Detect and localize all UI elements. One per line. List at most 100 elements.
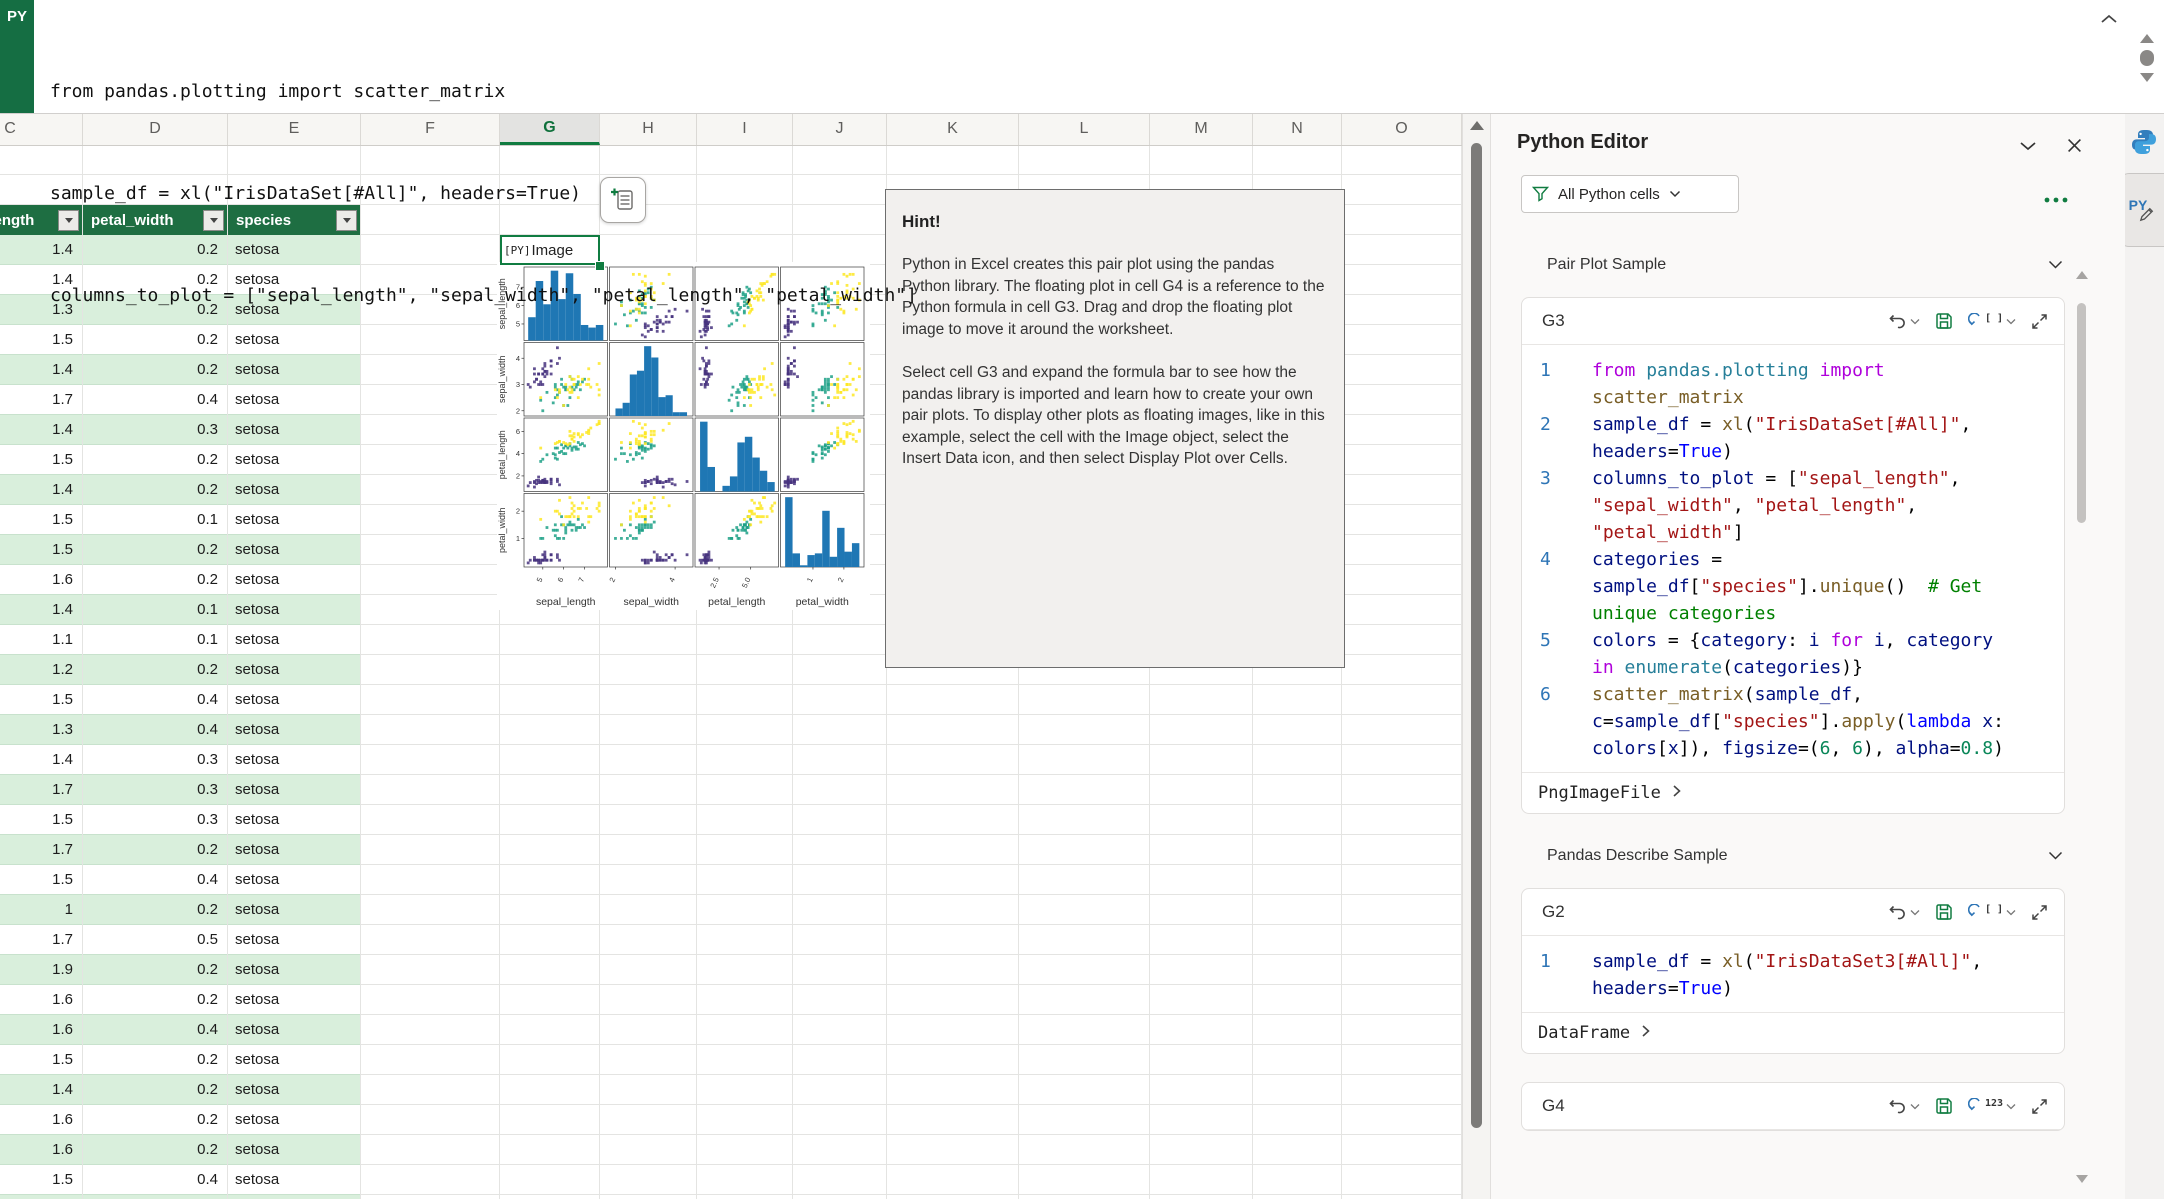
table-cell[interactable]: setosa [228,1075,361,1104]
table-cell[interactable]: 1.4 [0,415,83,444]
undo-button[interactable] [1888,904,1920,921]
table-cell[interactable]: 0.1 [83,1195,228,1199]
table-cell[interactable]: 1.2 [0,655,83,684]
table-cell[interactable]: 0.2 [83,535,228,564]
table-row[interactable]: 1.5 0.4 setosa [0,685,361,715]
table-row[interactable]: 1.4 0.3 setosa [0,745,361,775]
table-cell[interactable]: 0.3 [83,745,228,774]
table-cell[interactable]: 0.2 [83,655,228,684]
formula-bar-code[interactable]: from pandas.plotting import scatter_matr… [50,7,917,381]
table-row[interactable]: 1.4 0.2 setosa [0,1075,361,1105]
table-cell[interactable]: 0.2 [83,1105,228,1134]
table-cell[interactable]: setosa [228,655,361,684]
table-row[interactable]: 1.6 0.2 setosa [0,1105,361,1135]
table-cell[interactable]: 1.5 [0,445,83,474]
output-row[interactable]: DataFrame [1522,1012,2064,1053]
table-cell[interactable]: 1.3 [0,715,83,744]
table-cell[interactable]: setosa [228,745,361,774]
code-editor-area[interactable]: 1 sample_df = xl("IrisDataSet3[#All]", he… [1522,936,2064,1012]
table-cell[interactable]: 1.5 [0,865,83,894]
table-cell[interactable]: setosa [228,505,361,534]
save-button[interactable] [1935,312,1953,330]
table-cell[interactable]: 0.2 [83,475,228,504]
table-cell[interactable]: 0.2 [83,445,228,474]
table-cell[interactable]: 0.3 [83,775,228,804]
table-cell[interactable]: 0.2 [83,1135,228,1164]
table-cell[interactable]: 0.3 [83,415,228,444]
table-cell[interactable]: 0.2 [83,985,228,1014]
table-row[interactable]: 1.6 0.4 setosa [0,1015,361,1045]
table-cell[interactable]: 1.5 [0,685,83,714]
table-cell[interactable]: 0.1 [83,595,228,624]
table-cell[interactable]: 1 [0,895,83,924]
table-cell[interactable]: setosa [228,925,361,954]
scroll-down-icon[interactable] [2076,1175,2088,1183]
table-cell[interactable]: setosa [228,415,361,444]
table-cell[interactable]: 0.3 [83,805,228,834]
return-type-button[interactable]: [ ] [1967,904,2016,920]
table-cell[interactable]: setosa [228,385,361,414]
table-cell[interactable]: setosa [228,685,361,714]
table-cell[interactable]: 1.7 [0,385,83,414]
table-row[interactable]: 1.3 0.4 setosa [0,715,361,745]
more-options-icon[interactable] [2043,191,2069,209]
scroll-thumb[interactable] [2140,50,2154,66]
formula-bar-scrollbar[interactable] [2138,34,2156,104]
expand-button[interactable] [2031,313,2048,330]
section-header[interactable]: Pair Plot Sample [1521,251,2065,279]
table-cell[interactable]: 0.2 [83,955,228,984]
expand-button[interactable] [2031,1098,2048,1115]
save-button[interactable] [1935,903,1953,921]
table-cell[interactable]: 1.5 [0,505,83,534]
scroll-thumb[interactable] [2077,303,2086,523]
table-cell[interactable]: 1.5 [0,535,83,564]
table-cell[interactable]: setosa [228,1045,361,1074]
save-button[interactable] [1935,1097,1953,1115]
table-row[interactable]: 1 0.2 setosa [0,895,361,925]
table-cell[interactable]: 1.4 [0,1075,83,1104]
table-cell[interactable]: setosa [228,715,361,744]
table-cell[interactable]: 1.6 [0,565,83,594]
table-cell[interactable]: setosa [228,445,361,474]
table-row[interactable]: 1.5 0.4 setosa [0,865,361,895]
table-cell[interactable]: setosa [228,1015,361,1044]
worksheet-vertical-scrollbar[interactable] [1462,113,1491,1199]
scroll-down-icon[interactable] [2140,73,2154,82]
table-row[interactable]: 1.7 0.5 setosa [0,925,361,955]
code-editor-area[interactable]: 1 from pandas.plotting import scatter_mat… [1522,345,2064,772]
table-cell[interactable]: setosa [228,985,361,1014]
table-row[interactable]: 1.4 0.3 setosa [0,415,361,445]
table-row[interactable]: 1.7 0.3 setosa [0,775,361,805]
table-cell[interactable]: 0.4 [83,385,228,414]
column-header-L[interactable]: L [1019,113,1150,145]
pane-close-icon[interactable] [2067,138,2082,158]
table-cell[interactable]: 0.1 [83,625,228,654]
table-row[interactable]: 1.5 0.4 setosa [0,1165,361,1195]
table-cell[interactable]: setosa [228,1165,361,1194]
python-editor-tab[interactable]: PY [2119,173,2164,247]
column-header-O[interactable]: O [1342,113,1462,145]
table-cell[interactable]: 1.6 [0,1105,83,1134]
table-cell[interactable]: setosa [228,775,361,804]
output-row[interactable]: PngImageFile [1522,772,2064,813]
table-cell[interactable]: 1.4 [0,475,83,504]
table-cell[interactable]: 1.9 [0,955,83,984]
table-row[interactable]: 1.7 0.2 setosa [0,835,361,865]
table-cell[interactable]: setosa [228,625,361,654]
return-type-button[interactable]: 123 [1967,1098,2016,1114]
table-cell[interactable]: setosa [228,535,361,564]
column-header-N[interactable]: N [1253,113,1342,145]
collapse-formula-bar-icon[interactable] [2100,12,2118,30]
table-cell[interactable]: setosa [228,895,361,924]
table-cell[interactable]: 1.7 [0,775,83,804]
table-cell[interactable]: setosa [228,955,361,984]
table-cell[interactable]: 1.5 [0,1165,83,1194]
table-cell[interactable]: 0.4 [83,715,228,744]
scroll-up-icon[interactable] [2076,271,2088,279]
table-cell[interactable]: setosa [228,805,361,834]
table-cell[interactable]: setosa [228,1195,361,1199]
table-row[interactable]: 1.6 0.2 setosa [0,1135,361,1165]
table-cell[interactable]: setosa [228,1135,361,1164]
table-cell[interactable]: 0.1 [83,505,228,534]
scroll-up-icon[interactable] [1470,121,1484,130]
